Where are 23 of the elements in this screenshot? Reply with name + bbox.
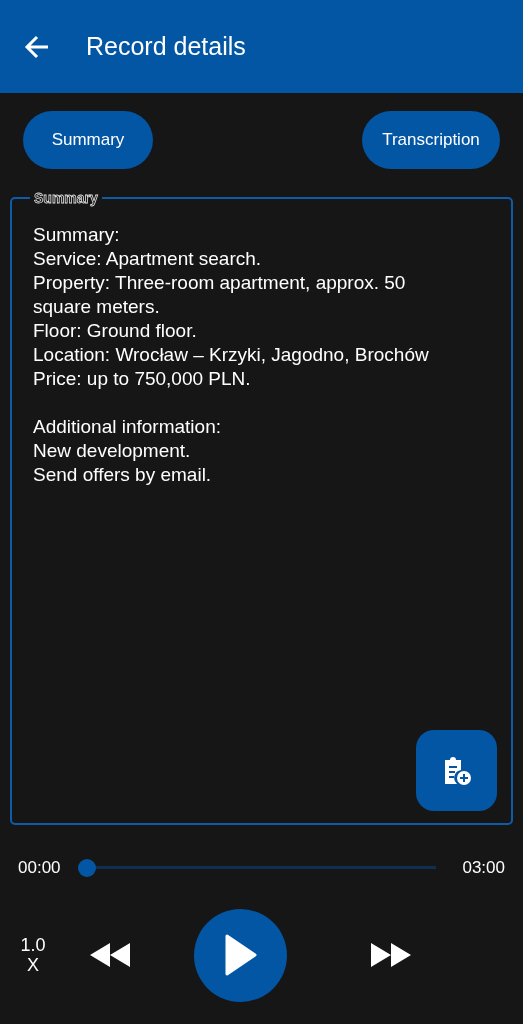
summary-line: Floor: Ground floor.	[33, 319, 198, 343]
summary-line: Service: Apartment search.	[33, 247, 263, 271]
tab[interactable]: Summary	[23, 111, 153, 169]
back-arrow-icon[interactable]	[24, 34, 50, 59]
play-icon	[224, 934, 257, 976]
rewind-icon	[90, 943, 132, 968]
playback-speed-button[interactable]: 1.0 X	[18, 935, 48, 975]
summary-line: Summary:	[33, 223, 121, 247]
rewind-button[interactable]	[90, 942, 132, 968]
screen-title: Record details	[86, 30, 246, 62]
total-time: 03:00	[462, 857, 505, 879]
fast-forward-icon	[371, 943, 413, 968]
summary-line: Additional information:	[33, 415, 222, 439]
add-clipboard-button[interactable]	[416, 730, 497, 811]
slider-thumb[interactable]	[77, 858, 96, 877]
summary-line: Price: up to 750,000 PLN.	[33, 367, 252, 391]
summary-line: Send offers by email.	[33, 463, 213, 487]
fast-forward-button[interactable]	[371, 942, 413, 968]
elapsed-time: 00:00	[18, 857, 61, 879]
summary-line: Property: Three-room apartment, approx. 50 square meters.	[33, 271, 407, 319]
tab[interactable]: Transcription	[362, 111, 500, 169]
summary-line: New development.	[33, 439, 192, 463]
summary-line: Location: Wrocław – Krzyki, Jagodno, Brochów	[33, 343, 430, 367]
